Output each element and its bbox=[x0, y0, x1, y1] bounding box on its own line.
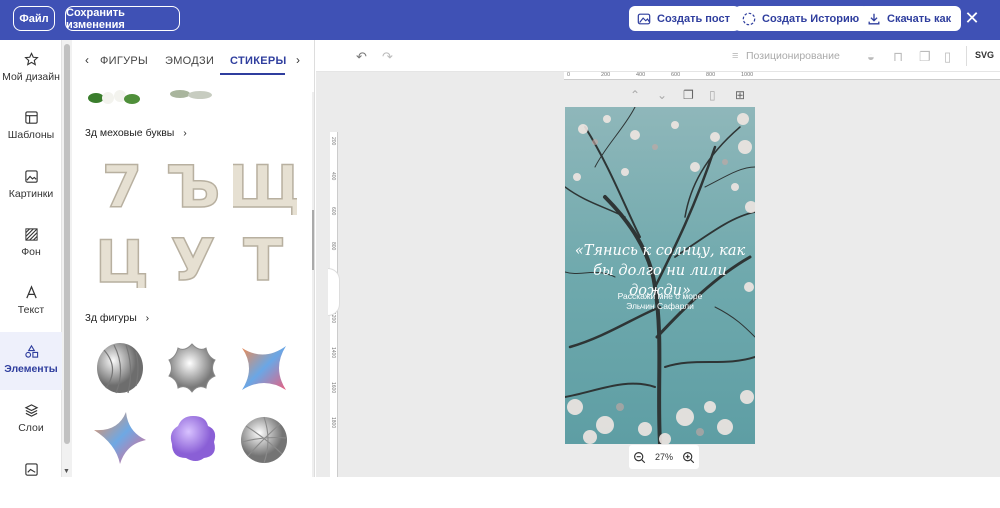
sticker-flowers-partial[interactable] bbox=[168, 88, 218, 102]
zoom-control: 27% bbox=[629, 445, 699, 469]
background-icon bbox=[24, 228, 38, 241]
delete-page-icon[interactable]: ▯ bbox=[709, 88, 716, 102]
duplicate-icon[interactable]: ❐ bbox=[919, 49, 931, 65]
nav-label: Фон bbox=[21, 246, 41, 258]
sticker-3d-shape[interactable] bbox=[236, 340, 292, 396]
upload-icon bbox=[24, 463, 38, 476]
move-up-icon[interactable]: ⌃ bbox=[630, 88, 640, 102]
svg-text:Ц: Ц bbox=[95, 228, 149, 288]
nav-label: Слои bbox=[18, 422, 44, 434]
svg-text:У: У bbox=[171, 226, 216, 288]
nav-item-text[interactable]: Текст bbox=[0, 273, 62, 331]
nav-item-images[interactable]: Картинки bbox=[0, 157, 62, 215]
sticker-3d-shape[interactable] bbox=[238, 414, 290, 466]
svg-text:Щ: Щ bbox=[233, 153, 297, 215]
top-bar: Файл Сохранить изменения Создать пост Со… bbox=[0, 0, 1000, 40]
story-circle-icon bbox=[742, 12, 756, 25]
canvas-area[interactable]: 0 200 400 600 800 1000 200 400 600 800 1… bbox=[316, 72, 1000, 477]
toolbar-divider bbox=[966, 46, 967, 66]
nav-item-elements[interactable]: Элементы bbox=[0, 332, 62, 390]
tabs-right-arrow-icon[interactable]: › bbox=[296, 53, 300, 67]
close-icon[interactable]: ✕ bbox=[962, 8, 982, 28]
sticker-3d-shape[interactable] bbox=[166, 412, 220, 466]
nav-label: Текст bbox=[17, 304, 45, 316]
left-navigation: Мой дизайн Шаблоны Картинки Фон Текст Эл… bbox=[0, 40, 62, 477]
template-icon bbox=[24, 111, 38, 124]
nav-item-templates[interactable]: Шаблоны bbox=[0, 98, 62, 156]
svg-text:7: 7 bbox=[102, 153, 142, 215]
active-tab-indicator bbox=[220, 73, 285, 75]
book-title: Расскажи мне о море bbox=[617, 291, 703, 301]
chevron-right-icon: › bbox=[145, 312, 150, 324]
nav-scrollbar[interactable]: ▼ bbox=[62, 40, 72, 477]
tab-emoji[interactable]: ЭМОДЗИ bbox=[165, 55, 214, 67]
nav-item-background[interactable]: Фон bbox=[0, 215, 62, 273]
sticker-fur-letter[interactable]: Щ bbox=[233, 153, 297, 215]
positioning-button[interactable]: Позиционирование bbox=[746, 50, 840, 62]
quote-author[interactable]: Расскажи мне о море Эльчин Сафарли bbox=[565, 291, 755, 311]
sticker-3d-shape[interactable] bbox=[94, 340, 146, 396]
design-page[interactable]: «Тянись к солнцу, как бы долго ни лили д… bbox=[565, 107, 755, 444]
zoom-out-icon[interactable] bbox=[633, 451, 646, 464]
nav-label: Картинки bbox=[8, 188, 54, 200]
section-title-3d-shapes[interactable]: 3д фигуры › bbox=[85, 312, 149, 324]
download-icon bbox=[868, 13, 880, 24]
sticker-fur-letter[interactable]: 7 bbox=[92, 153, 152, 215]
sticker-3d-shape[interactable] bbox=[166, 342, 218, 394]
sticker-fur-letter[interactable]: У bbox=[163, 226, 223, 288]
zoom-level: 27% bbox=[654, 452, 673, 462]
move-down-icon[interactable]: ⌄ bbox=[657, 88, 667, 102]
nav-label: Шаблоны bbox=[7, 129, 55, 141]
file-menu-button[interactable]: Файл bbox=[13, 6, 55, 31]
section-title-fur-letters[interactable]: 3д меховые буквы › bbox=[85, 127, 187, 139]
create-post-button[interactable]: Создать пост bbox=[629, 6, 741, 31]
redo-icon[interactable]: ↷ bbox=[382, 49, 393, 65]
download-button[interactable]: Скачать как bbox=[859, 6, 962, 31]
elements-panel: ‹ ФИГУРЫ ЭМОДЗИ СТИКЕРЫ › 3д меховые бук… bbox=[72, 40, 315, 477]
tab-stickers[interactable]: СТИКЕРЫ bbox=[230, 55, 287, 67]
download-label: Скачать как bbox=[887, 12, 952, 25]
add-page-icon[interactable]: ⊞ bbox=[735, 88, 745, 102]
panel-collapse-handle[interactable] bbox=[328, 268, 340, 316]
undo-icon[interactable]: ↶ bbox=[356, 49, 367, 65]
zoom-in-icon[interactable] bbox=[682, 451, 695, 464]
create-post-label: Создать пост bbox=[657, 12, 731, 25]
svg-text:Т: Т bbox=[243, 226, 283, 288]
text-icon bbox=[25, 285, 37, 299]
image-icon bbox=[637, 13, 651, 24]
create-story-label: Создать Историю bbox=[762, 12, 860, 25]
sticker-3d-shape[interactable] bbox=[90, 410, 148, 466]
sticker-fur-letter[interactable]: Т bbox=[233, 226, 293, 288]
panel-scrollbar[interactable] bbox=[312, 92, 314, 477]
sticker-fur-letter[interactable]: Ц bbox=[92, 226, 152, 288]
layers-icon bbox=[24, 404, 38, 417]
positioning-icon[interactable]: ≡ bbox=[732, 50, 738, 62]
opacity-icon[interactable]: ◒ bbox=[867, 49, 875, 64]
tabs-left-arrow-icon[interactable]: ‹ bbox=[85, 53, 89, 67]
nav-item-more[interactable] bbox=[0, 450, 62, 508]
svg-text:Ъ: Ъ bbox=[166, 153, 221, 215]
nav-item-layers[interactable]: Слои bbox=[0, 391, 62, 449]
svg-export-button[interactable]: SVG bbox=[975, 50, 994, 60]
nav-label: Элементы bbox=[4, 363, 58, 375]
nav-item-my-design[interactable]: Мой дизайн bbox=[0, 40, 62, 98]
trash-icon[interactable]: ▯ bbox=[944, 49, 951, 65]
save-changes-button[interactable]: Сохранить изменения bbox=[65, 6, 180, 31]
create-story-button[interactable]: Создать Историю bbox=[734, 6, 870, 31]
chevron-right-icon: › bbox=[183, 127, 187, 139]
editor-toolbar: ↶ ↷ ≡ Позиционирование ◒ ⊓ ❐ ▯ SVG bbox=[316, 40, 1000, 72]
image-icon bbox=[24, 170, 38, 183]
author-name: Эльчин Сафарли bbox=[626, 301, 694, 311]
sticker-flowers-partial[interactable] bbox=[86, 88, 144, 108]
shapes-icon bbox=[24, 344, 38, 358]
duplicate-page-icon[interactable]: ❐ bbox=[683, 88, 694, 102]
star-icon bbox=[23, 52, 39, 66]
horizontal-ruler: 0 200 400 600 800 1000 bbox=[564, 72, 1000, 80]
panel-tabs: ‹ ФИГУРЫ ЭМОДЗИ СТИКЕРЫ › bbox=[72, 40, 314, 84]
nav-label: Мой дизайн bbox=[2, 71, 60, 83]
lock-icon[interactable]: ⊓ bbox=[893, 49, 903, 65]
tab-shapes[interactable]: ФИГУРЫ bbox=[100, 55, 148, 67]
sticker-fur-letter[interactable]: Ъ bbox=[163, 153, 223, 215]
